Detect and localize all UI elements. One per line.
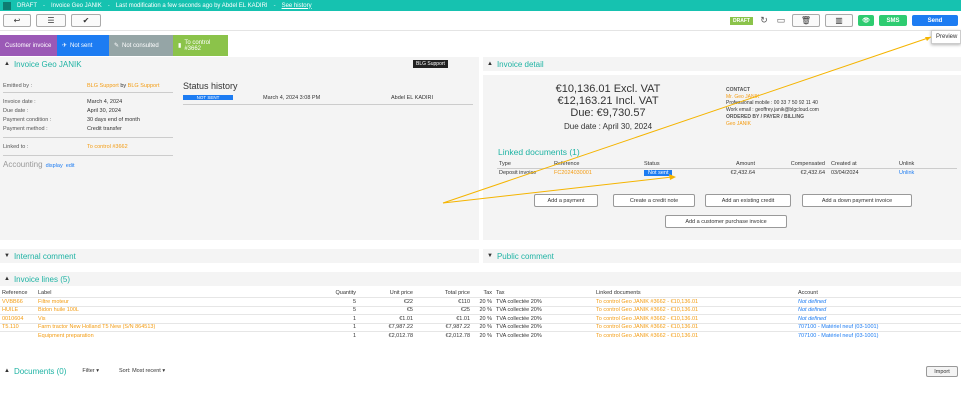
annotation-arrows — [442, 36, 932, 204]
arrow-to-preview — [442, 36, 932, 204]
arrow-to-linked-doc — [442, 176, 673, 204]
main-content: ▲ Invoice Geo JANIK BLG Support Emitted … — [0, 36, 961, 412]
arrow-head-linked-doc — [669, 174, 676, 180]
